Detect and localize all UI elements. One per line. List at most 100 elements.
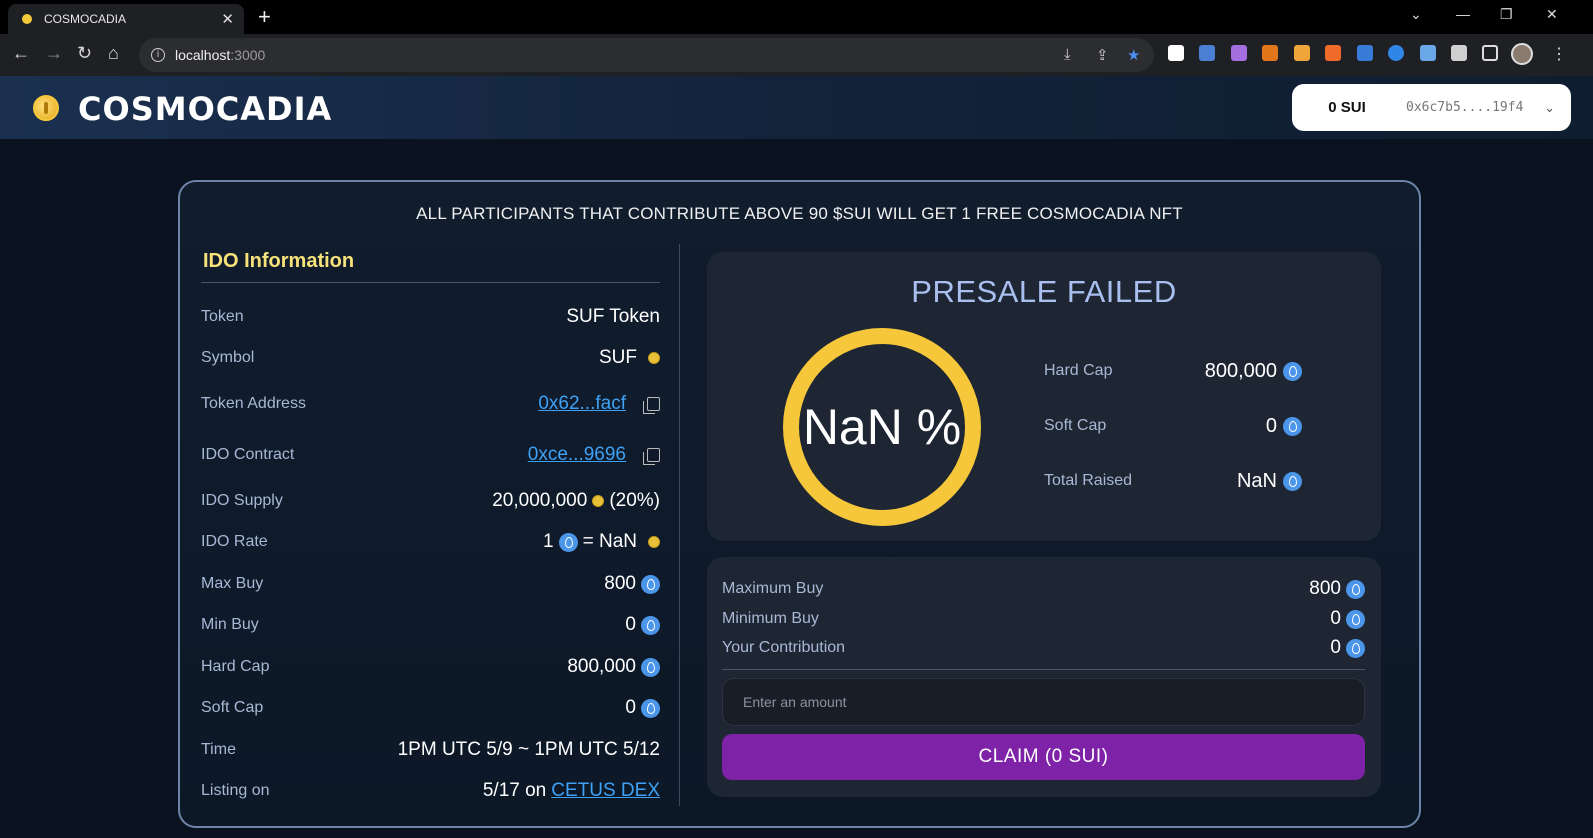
stat-soft-cap-label: Soft Cap <box>1044 417 1107 434</box>
cetus-dex-link[interactable]: CETUS DEX <box>551 780 660 802</box>
spark-extension-icon[interactable] <box>1325 45 1341 61</box>
hard-cap-label: Hard Cap <box>201 658 270 675</box>
install-icon[interactable]: ⤓ <box>1064 46 1071 63</box>
home-icon[interactable]: ⌂ <box>108 43 119 64</box>
stat-hard-cap: Hard Cap 800,000 <box>1044 356 1302 386</box>
ido-row-min-buy: Min Buy 0 <box>201 611 660 639</box>
your-contribution-value: 0 <box>1330 637 1341 658</box>
token-value: SUF Token <box>566 306 660 327</box>
coin-logo-icon <box>33 95 59 121</box>
sui-icon <box>641 698 660 718</box>
wallet-extension-icon[interactable] <box>1294 45 1310 61</box>
sui-wallet-icon[interactable] <box>1357 45 1373 61</box>
buy-row-minimum: Minimum Buy 0 <box>722 606 1365 632</box>
ido-row-hard-cap: Hard Cap 800,000 <box>201 653 660 681</box>
amount-input[interactable] <box>722 678 1365 726</box>
side-panel-icon[interactable] <box>1482 45 1498 61</box>
browser-tab[interactable]: COSMOCADIA ✕ <box>8 4 244 34</box>
tab-search-icon[interactable]: ⌄ <box>1410 6 1422 23</box>
symbol-label: Symbol <box>201 349 255 366</box>
your-contribution-label: Your Contribution <box>722 639 846 656</box>
minimize-icon[interactable]: — <box>1456 6 1470 22</box>
ido-row-listing: Listing on 5/17 on CETUS DEX <box>201 777 660 805</box>
extensions-puzzle-icon[interactable] <box>1451 45 1467 61</box>
progress-percent: NaN % <box>802 399 962 455</box>
sui-icon <box>1283 361 1302 381</box>
feather-extension-icon[interactable] <box>1231 45 1247 61</box>
time-value: 1PM UTC 5/9 ~ 1PM UTC 5/12 <box>397 739 660 760</box>
presale-status-title: PRESALE FAILED <box>911 274 1177 309</box>
browser-menu-icon[interactable]: ⋮ <box>1551 44 1567 64</box>
stat-total-raised-value: NaN <box>1236 469 1277 492</box>
token-label: Token <box>201 308 244 325</box>
ido-contract-link[interactable]: 0xce...9696 <box>528 444 626 466</box>
stat-soft-cap: Soft Cap 0 <box>1044 411 1302 441</box>
listing-date: 5/17 on <box>482 780 547 801</box>
token-address-link[interactable]: 0x62...facf <box>538 393 626 415</box>
copy-icon[interactable] <box>643 448 660 465</box>
close-tab-icon[interactable]: ✕ <box>221 10 234 28</box>
ido-supply-label: IDO Supply <box>201 492 283 509</box>
stat-hard-cap-value: 800,000 <box>1204 359 1277 382</box>
brand-name[interactable]: COSMOCADIA <box>78 90 332 128</box>
reload-icon[interactable]: ↻ <box>77 43 92 64</box>
minimum-buy-value: 0 <box>1330 608 1341 629</box>
back-icon[interactable]: ← <box>12 43 30 64</box>
close-window-icon[interactable]: ✕ <box>1546 6 1558 23</box>
ido-rate-label: IDO Rate <box>201 533 268 550</box>
url-host: localhost <box>175 47 231 63</box>
restore-icon[interactable]: ❐ <box>1500 6 1513 23</box>
browser-toolbar: ← → ↻ ⌂ i localhost:3000 ⤓ ⇪ ★ <box>0 34 1593 76</box>
ethos-wallet-icon[interactable] <box>1420 45 1436 61</box>
profile-avatar[interactable] <box>1511 43 1533 65</box>
min-buy-value: 0 <box>625 614 636 635</box>
buy-divider <box>722 669 1365 670</box>
max-buy-value: 800 <box>604 573 636 594</box>
ido-row-symbol: Symbol SUF <box>201 344 660 372</box>
ido-row-token-address: Token Address 0x62...facf <box>201 390 660 418</box>
share-icon[interactable]: ⇪ <box>1096 46 1109 64</box>
wallet-balance: 0 SUI <box>1328 99 1366 116</box>
martian-wallet-icon[interactable] <box>1388 45 1404 61</box>
ido-row-soft-cap: Soft Cap 0 <box>201 694 660 722</box>
ido-contract-label: IDO Contract <box>201 446 295 463</box>
forward-icon[interactable]: → <box>45 43 63 64</box>
chevron-down-icon: ⌄ <box>1544 99 1555 115</box>
sui-icon <box>1346 579 1365 599</box>
ido-supply-percent: (20%) <box>609 490 660 511</box>
buy-panel: Maximum Buy 800 Minimum Buy 0 Your Contr… <box>707 557 1381 797</box>
stat-soft-cap-value: 0 <box>1265 414 1277 437</box>
nft-banner: ALL PARTICIPANTS THAT CONTRIBUTE ABOVE 9… <box>416 204 1183 223</box>
new-tab-icon[interactable]: + <box>258 4 271 30</box>
buy-row-contribution: Your Contribution 0 <box>722 635 1365 661</box>
progress-ring: NaN % <box>783 328 981 526</box>
presale-card: ALL PARTICIPANTS THAT CONTRIBUTE ABOVE 9… <box>178 180 1421 828</box>
max-buy-label: Max Buy <box>201 575 264 592</box>
metamask-icon[interactable] <box>1262 45 1278 61</box>
ido-row-token: Token SUF Token <box>201 303 660 331</box>
claim-button[interactable]: CLAIM (0 SUI) <box>722 734 1365 780</box>
time-label: Time <box>201 741 236 758</box>
suf-coin-icon <box>648 352 660 364</box>
sui-icon <box>641 574 660 594</box>
address-bar[interactable]: i localhost:3000 ⤓ ⇪ ★ <box>139 38 1154 72</box>
sui-icon <box>1346 609 1365 629</box>
url-port: :3000 <box>230 47 266 63</box>
ido-row-max-buy: Max Buy 800 <box>201 570 660 598</box>
min-buy-label: Min Buy <box>201 616 259 633</box>
wallet-button[interactable]: 0 SUI 0x6c7b5....19f4 ⌄ <box>1292 84 1571 131</box>
token-address-label: Token Address <box>201 395 306 412</box>
site-info-icon[interactable]: i <box>151 48 165 62</box>
bookmark-star-icon[interactable]: ★ <box>1127 46 1140 64</box>
column-divider <box>679 244 680 806</box>
presale-status-panel: PRESALE FAILED NaN % Hard Cap 800,000 So… <box>707 252 1381 541</box>
suf-coin-icon <box>592 495 605 507</box>
copy-icon[interactable] <box>643 397 660 414</box>
sui-icon <box>641 657 660 677</box>
save-extension-icon[interactable] <box>1199 45 1215 61</box>
maximum-buy-label: Maximum Buy <box>722 580 824 597</box>
ido-row-contract: IDO Contract 0xce...9696 <box>201 441 660 469</box>
x-extension-icon[interactable] <box>1168 45 1184 61</box>
sui-icon <box>1283 471 1302 491</box>
wallet-address: 0x6c7b5....19f4 <box>1406 100 1524 115</box>
